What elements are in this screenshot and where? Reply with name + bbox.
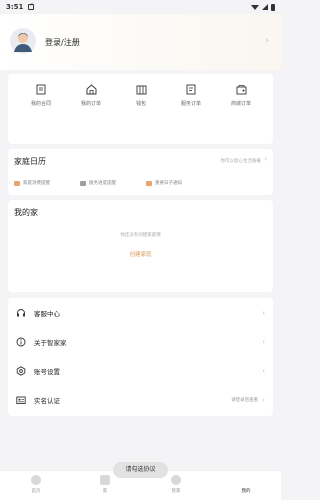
quick-action-label: 钱包 [135, 101, 146, 107]
chevron-right-icon[interactable]: › [264, 155, 267, 163]
my-home-title: 我的家 [14, 208, 38, 217]
quick-action-label: 我的订单 [80, 101, 101, 107]
quick-action-service-orders[interactable]: 服务订单 [166, 84, 216, 107]
menu-item-label: 实名认证 [34, 396, 60, 405]
calendar-item-consumption: 家庭消费提醒 [14, 180, 50, 186]
family-calendar-card[interactable]: 家庭日历 你可以放心生活备餐 › 家庭消费提醒 服务进度提醒 重要日子通知 [8, 149, 273, 195]
headset-icon [16, 308, 26, 318]
butler-tab-icon [171, 475, 181, 485]
toast-message: 请勾选协议 [113, 462, 168, 478]
status-icons [251, 3, 275, 11]
home-order-icon [86, 84, 96, 95]
settings-menu-card: 客服中心 › 关于智家家 › 账号设置 › 实名认证 请登录后查看 › [8, 298, 273, 416]
info-icon [16, 337, 26, 347]
wallet-icon [136, 85, 146, 95]
calendar-item-service: 服务进度提醒 [80, 180, 116, 186]
my-home-empty-text: 你还没有创建家庭哦 [120, 233, 161, 238]
menu-item-real-name-auth[interactable]: 实名认证 请登录后查看 › [8, 385, 273, 414]
quick-action-wallet[interactable]: 钱包 [116, 84, 166, 107]
chevron-right-icon: › [262, 366, 265, 375]
family-calendar-hint: 你可以放心生活备餐 [220, 159, 262, 164]
gift-icon [146, 180, 152, 186]
home-tab-icon [31, 475, 41, 485]
login-register-link[interactable]: 登录/注册 [45, 37, 80, 48]
calendar-item-label: 服务进度提醒 [89, 181, 116, 186]
contract-icon [36, 84, 46, 95]
avatar[interactable] [10, 28, 36, 54]
status-bar: 3:51 [0, 0, 281, 14]
menu-item-label: 客服中心 [34, 309, 60, 318]
tab-label: 我的 [241, 489, 251, 494]
id-card-icon [16, 395, 26, 405]
truck-icon [80, 180, 86, 186]
menu-item-label: 账号设置 [34, 367, 60, 376]
quick-action-label: 我的合同 [30, 101, 51, 107]
quick-action-contract[interactable]: 我的合同 [16, 84, 66, 107]
tab-label: 家 [102, 489, 108, 494]
calendar-item-label: 重要日子通知 [155, 181, 182, 186]
house-tab-icon [100, 475, 110, 485]
menu-item-label: 关于智家家 [34, 338, 67, 347]
chevron-right-icon: › [262, 337, 265, 346]
menu-item-account-settings[interactable]: 账号设置 › [8, 356, 273, 385]
quick-actions-card: 我的合同 我的订单 钱包 服务订单 商城订单 [8, 74, 273, 144]
calendar-item-label: 家庭消费提醒 [23, 181, 50, 186]
chevron-right-icon: › [262, 395, 265, 404]
quick-action-my-orders[interactable]: 我的订单 [66, 84, 116, 107]
profile-header[interactable]: 登录/注册 › [0, 14, 281, 70]
family-calendar-title: 家庭日历 [14, 157, 46, 166]
notification-icon [28, 2, 35, 10]
battery-icon [271, 3, 275, 11]
menu-item-customer-service[interactable]: 客服中心 › [8, 298, 273, 327]
shop-order-icon [236, 85, 246, 95]
tab-label: 管家 [171, 489, 181, 494]
create-home-link[interactable]: 创建家庭 [8, 250, 273, 258]
gear-icon [16, 365, 26, 376]
menu-item-hint: 请登录后查看 [231, 397, 259, 403]
signal-icon [262, 4, 268, 10]
my-home-card: 我的家 你还没有创建家庭哦 创建家庭 [8, 200, 273, 292]
status-time: 3:51 [6, 3, 24, 11]
quick-action-shop-orders[interactable]: 商城订单 [216, 84, 266, 107]
service-order-icon [186, 84, 196, 95]
tab-home[interactable]: 首页 [16, 475, 56, 494]
chevron-right-icon[interactable]: › [265, 36, 269, 46]
wifi-icon [251, 4, 259, 10]
megaphone-icon [14, 180, 20, 186]
menu-item-about[interactable]: 关于智家家 › [8, 327, 273, 356]
tab-profile[interactable]: 我的 [226, 475, 266, 494]
tab-label: 首页 [31, 489, 41, 494]
calendar-item-important-days: 重要日子通知 [146, 180, 182, 186]
tab-butler[interactable]: 管家 [156, 475, 196, 494]
quick-action-label: 商城订单 [230, 101, 251, 107]
quick-action-label: 服务订单 [180, 101, 201, 107]
chevron-right-icon: › [262, 308, 265, 317]
